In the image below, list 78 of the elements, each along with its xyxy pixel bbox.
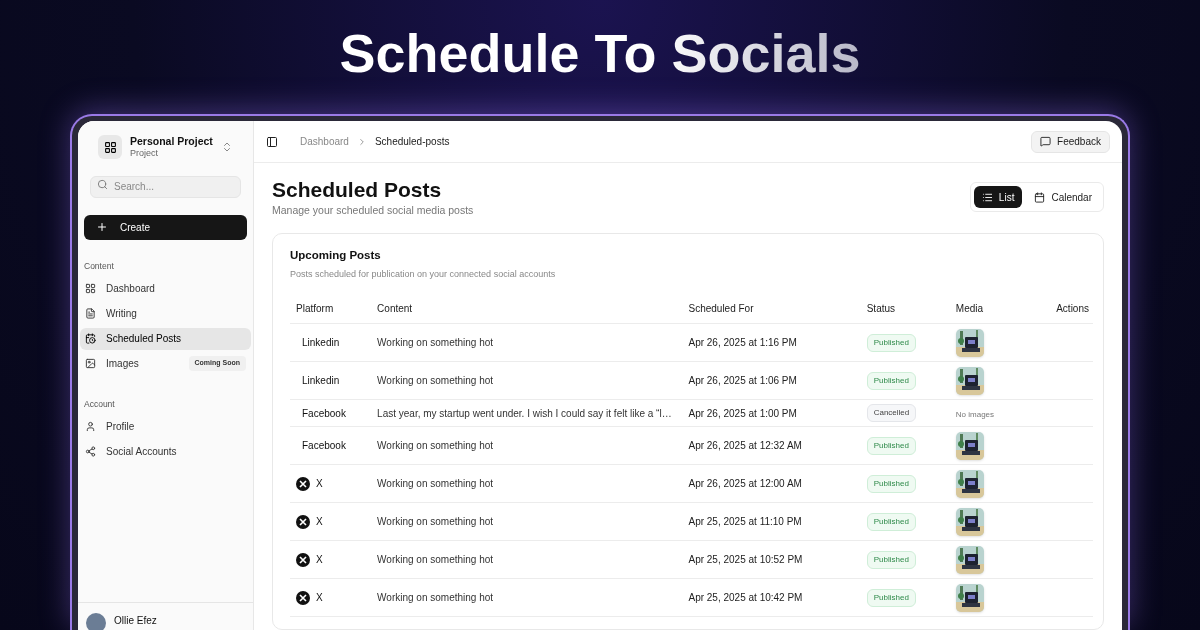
post-content: Working on something hot [377, 440, 494, 452]
user-name: Ollie Efez [114, 614, 157, 628]
column-header: Scheduled For [688, 303, 754, 314]
grid-icon [85, 283, 96, 295]
scheduled-time: Apr 26, 2025 at 12:00 AM [688, 478, 802, 490]
calendar-icon [1034, 191, 1046, 203]
scheduled-time: Apr 25, 2025 at 11:10 PM [688, 516, 802, 528]
chevron-icon[interactable] [221, 141, 233, 154]
platform-name: Facebook [301, 406, 346, 421]
page-title: Scheduled Posts [272, 177, 443, 203]
status-badge: Cancelled [866, 404, 917, 423]
column-header: Status [866, 303, 896, 314]
post-content: Working on something hot [377, 516, 494, 528]
calendar-clock-icon [85, 333, 96, 345]
post-content: Working on something hot [377, 592, 494, 604]
status-badge: Published [866, 333, 916, 352]
platform-name: X [316, 591, 323, 606]
feedback-button[interactable]: Feedback [1031, 130, 1110, 153]
platform-name: X [316, 477, 323, 492]
create-button[interactable]: Create [84, 214, 247, 240]
platform-name: X [316, 553, 323, 568]
column-header: Media [955, 303, 984, 314]
sidebar-item[interactable]: Profile [80, 415, 251, 438]
scheduled-time: Apr 26, 2025 at 1:00 PM [688, 407, 797, 419]
workspace-subtitle: Project [130, 148, 159, 160]
workspace-icon [98, 135, 122, 160]
page-subtitle: Manage your scheduled social media posts [272, 203, 474, 219]
x-logo-icon [296, 514, 310, 529]
x-logo-icon [296, 590, 310, 605]
post-content: Working on something hot [377, 375, 494, 387]
section-heading: Account [83, 397, 116, 411]
status-badge: Published [866, 588, 916, 607]
platform-name: Linkedin [301, 374, 340, 389]
avatar[interactable] [86, 613, 106, 630]
post-content: Last year, my startup went under. I wish I could say it felt like a “l… [377, 407, 672, 419]
post-content: Working on something hot [377, 478, 494, 490]
column-header: Actions [1056, 303, 1089, 314]
sidebar-item[interactable]: Social Accounts [80, 440, 251, 463]
scheduled-time: Apr 25, 2025 at 10:42 PM [688, 592, 803, 604]
scheduled-time: Apr 26, 2025 at 1:06 PM [688, 375, 797, 387]
status-badge: Published [866, 436, 916, 455]
share-icon [85, 445, 96, 457]
post-content: Working on something hot [377, 554, 494, 566]
no-images-text: No images [955, 409, 995, 419]
sidebar-item[interactable]: Scheduled Posts [80, 327, 251, 350]
platform-name: Linkedin [301, 336, 340, 351]
card-title: Upcoming Posts [290, 248, 382, 263]
workspace-name: Personal Project [130, 135, 213, 149]
sidebar-toggle-icon[interactable] [266, 135, 278, 148]
document-icon [85, 308, 96, 320]
card-subtitle: Posts scheduled for publication on your connected social accounts [290, 268, 557, 282]
post-content: Working on something hot [377, 337, 494, 349]
x-logo-icon [296, 476, 310, 491]
plus-icon [96, 221, 108, 234]
platform-name: X [316, 515, 323, 530]
view-tab[interactable]: List [973, 186, 1023, 208]
status-badge: Published [866, 474, 916, 493]
sidebar-item[interactable]: Dashboard [80, 277, 251, 300]
column-header: Platform [296, 303, 334, 314]
user-icon [85, 420, 96, 432]
scheduled-time: Apr 26, 2025 at 12:32 AM [688, 440, 802, 452]
image-icon [85, 358, 96, 370]
x-logo-icon [296, 552, 310, 567]
breadcrumb-item: Scheduled-posts [374, 135, 450, 149]
search-field[interactable]: Search... [90, 175, 241, 198]
status-badge: Published [866, 371, 916, 390]
section-heading: Content [83, 259, 115, 273]
sidebar-item[interactable]: Writing [80, 302, 251, 325]
status-badge: Published [866, 512, 916, 531]
message-icon [1040, 136, 1052, 147]
column-header: Content [377, 303, 413, 314]
platform-name: Facebook [301, 439, 346, 454]
breadcrumb-item[interactable]: Dashboard [300, 134, 349, 149]
scheduled-time: Apr 26, 2025 at 1:16 PM [688, 337, 797, 349]
scheduled-time: Apr 25, 2025 at 10:52 PM [688, 554, 803, 566]
list-icon [981, 191, 993, 203]
status-badge: Published [866, 550, 916, 569]
view-tab[interactable]: Calendar [1026, 186, 1100, 208]
